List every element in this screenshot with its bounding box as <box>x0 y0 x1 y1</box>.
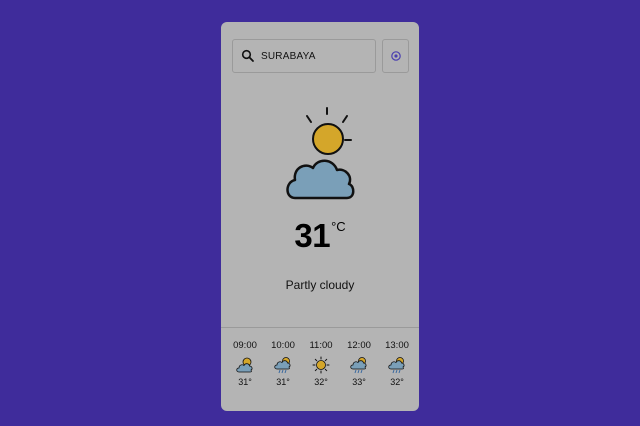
hourly-item: 10:00 31° <box>268 340 298 388</box>
rain-icon <box>388 357 405 374</box>
rain-icon <box>350 357 367 374</box>
search-box[interactable] <box>232 39 376 73</box>
weather-card: 31°C Partly cloudy 09:00 31° 10:00 31° 1 <box>221 22 419 411</box>
hour-temp: 31° <box>276 377 290 387</box>
hourly-item: 13:00 32° <box>382 340 412 388</box>
hour-time: 11:00 <box>309 340 333 351</box>
partly-cloudy-icon <box>236 357 253 373</box>
hour-temp: 32° <box>314 377 328 387</box>
location-icon <box>390 51 401 61</box>
hour-temp: 31° <box>238 377 252 387</box>
hourly-item: 09:00 31° <box>230 340 260 388</box>
partly-cloudy-icon <box>286 107 355 200</box>
rain-icon <box>274 357 291 374</box>
sun-icon <box>312 356 330 374</box>
hour-temp: 33° <box>352 377 366 387</box>
hour-time: 09:00 <box>233 340 257 351</box>
hourly-item: 12:00 33° <box>344 340 374 388</box>
hour-time: 13:00 <box>385 340 409 351</box>
temperature-unit: °C <box>331 219 346 234</box>
hour-time: 10:00 <box>271 340 295 351</box>
locate-button[interactable] <box>382 39 409 73</box>
hourly-forecast: 09:00 31° 10:00 31° 11:00 32° 12:00 33° … <box>230 340 412 388</box>
hour-temp: 32° <box>390 377 404 387</box>
weather-condition: Partly cloudy <box>285 278 355 292</box>
search-icon <box>241 49 254 62</box>
temperature-value: 31 <box>294 217 331 254</box>
divider <box>221 327 419 328</box>
hourly-item: 11:00 32° <box>306 340 336 388</box>
hour-time: 12:00 <box>347 340 371 351</box>
search-input[interactable] <box>261 50 361 62</box>
current-temperature: 31°C <box>221 217 419 255</box>
